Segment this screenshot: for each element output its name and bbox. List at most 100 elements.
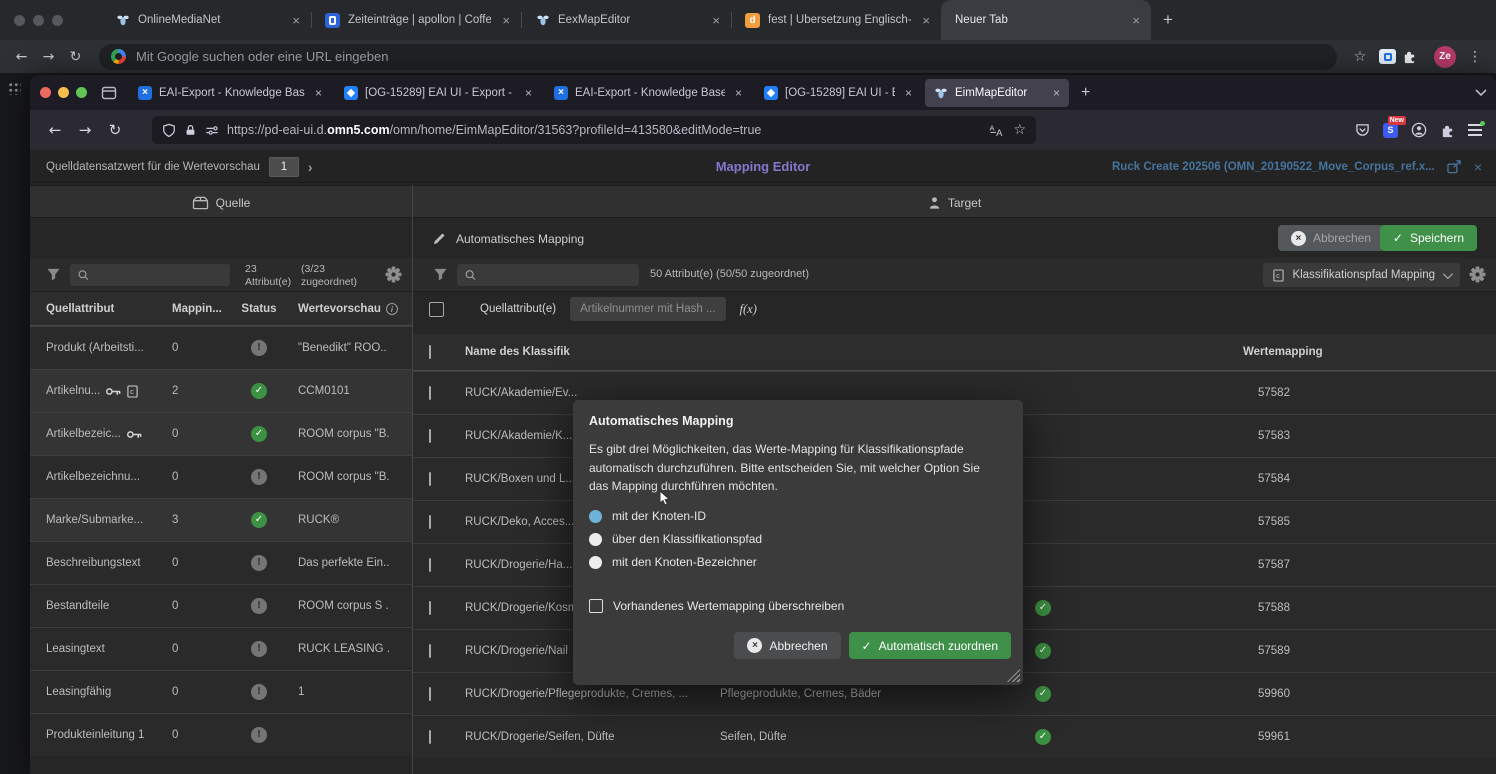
permissions-icon[interactable] xyxy=(205,124,219,137)
radio-selected-icon[interactable] xyxy=(589,510,602,523)
source-settings-gear-icon[interactable] xyxy=(385,266,402,283)
profile-avatar[interactable]: Ze xyxy=(1434,46,1456,68)
close-icon[interactable] xyxy=(732,86,745,100)
tab-extension-icon[interactable] xyxy=(1379,49,1396,64)
close-icon[interactable] xyxy=(499,13,513,28)
firefox-view-icon[interactable] xyxy=(101,85,117,101)
overwrite-checkbox-row[interactable]: Vorhandenes Wertemapping überschreiben xyxy=(589,599,1007,613)
row-checkbox[interactable] xyxy=(429,386,431,400)
list-all-tabs-icon[interactable] xyxy=(1474,88,1488,97)
apps-grid-icon[interactable] xyxy=(8,82,21,95)
chrome-menu-icon[interactable] xyxy=(1462,49,1488,65)
window-controls[interactable] xyxy=(14,15,63,26)
tab-eai-export-2[interactable]: × EAI-Export - Knowledge Base - xyxy=(545,79,751,107)
url-bar[interactable]: https://pd-eai-ui.d.omn5.com/omn/home/Ei… xyxy=(152,116,1036,144)
close-icon[interactable] xyxy=(1050,86,1063,100)
close-icon[interactable] xyxy=(709,13,723,28)
close-window-button[interactable] xyxy=(40,87,51,98)
back-button[interactable] xyxy=(40,121,70,139)
close-icon[interactable] xyxy=(522,86,535,100)
lock-icon[interactable] xyxy=(184,123,197,137)
forward-button[interactable] xyxy=(35,49,62,65)
tab-zeiteintraege[interactable]: Zeiteinträge | apollon | CoffeeC xyxy=(311,0,521,40)
row-checkbox[interactable] xyxy=(429,558,431,572)
forward-button[interactable] xyxy=(70,121,100,139)
new-tab-button[interactable] xyxy=(1163,10,1173,30)
extensions-puzzle-icon[interactable] xyxy=(1440,123,1455,138)
radio-option-knoten-bezeichner[interactable]: mit den Knoten-Bezeichner xyxy=(589,551,1007,574)
row-checkbox[interactable] xyxy=(429,601,431,615)
close-icon[interactable] xyxy=(1129,13,1143,28)
maximize-window-button[interactable] xyxy=(76,87,87,98)
account-icon[interactable] xyxy=(1411,122,1427,138)
bookmark-star-icon[interactable] xyxy=(1013,122,1026,138)
address-bar[interactable]: Mit Google suchen oder eine URL eingeben xyxy=(99,44,1337,70)
table-row[interactable]: Produkt (Arbeitsti... 0 "Benedikt" ROO.. xyxy=(30,326,412,369)
table-row[interactable]: Beschreibungstext 0 Das perfekte Ein.. xyxy=(30,541,412,584)
radio-icon[interactable] xyxy=(589,556,602,569)
table-row[interactable]: Artikelbezeichnu... 0 ROOM corpus "B. xyxy=(30,455,412,498)
overwrite-checkbox[interactable] xyxy=(589,599,603,613)
translate-icon[interactable]: AA xyxy=(989,123,1005,138)
target-search[interactable] xyxy=(457,264,639,286)
row-checkbox[interactable] xyxy=(429,687,431,701)
profile-link[interactable]: Ruck Create 202506 (OMN_20190522_Move_Co… xyxy=(1112,161,1435,173)
tab-eimmapeditor[interactable]: EimMapEditor xyxy=(925,79,1069,107)
tab-eexmapeditor[interactable]: EexMapEditor xyxy=(521,0,731,40)
new-tab-button[interactable] xyxy=(1081,84,1090,102)
table-row[interactable]: Marke/Submarke... 3 RUCK® xyxy=(30,498,412,541)
close-window-button[interactable] xyxy=(14,15,25,26)
radio-icon[interactable] xyxy=(589,533,602,546)
extensions-puzzle-icon[interactable] xyxy=(1402,49,1428,64)
function-icon[interactable]: f(x) xyxy=(740,302,757,317)
table-row[interactable]: Artikelnu... c 2 CCM0101 xyxy=(30,369,412,412)
row-checkbox[interactable] xyxy=(429,515,431,529)
tab-neuer-tab[interactable]: Neuer Tab xyxy=(941,0,1151,40)
close-icon[interactable] xyxy=(902,86,915,100)
menu-hamburger-icon[interactable] xyxy=(1468,124,1482,136)
auto-mapping-trigger[interactable]: Automatisches Mapping xyxy=(432,219,584,258)
select-checkbox[interactable] xyxy=(429,302,444,317)
window-controls[interactable] xyxy=(40,87,87,98)
row-checkbox[interactable] xyxy=(429,644,431,658)
close-icon[interactable] xyxy=(919,13,933,28)
close-editor-icon[interactable] xyxy=(1474,159,1482,175)
close-icon[interactable] xyxy=(289,13,303,28)
extension-icon[interactable]: SNew xyxy=(1383,123,1398,138)
minimize-window-button[interactable] xyxy=(33,15,44,26)
close-icon[interactable] xyxy=(312,86,325,100)
share-icon[interactable] xyxy=(1447,160,1462,174)
select-all-checkbox[interactable] xyxy=(429,345,431,359)
save-button[interactable]: Speichern xyxy=(1380,225,1477,251)
tab-jira-1[interactable]: [OG-15289] EAI UI - Export - Ex xyxy=(335,79,541,107)
table-row[interactable]: Produkteinleitung 1 0 xyxy=(30,713,412,756)
table-row[interactable]: Artikelbezeic... 0 ROOM corpus "B. xyxy=(30,412,412,455)
info-icon[interactable] xyxy=(386,303,398,315)
row-checkbox[interactable] xyxy=(429,472,431,486)
table-row[interactable]: Leasingfähig 0 1 xyxy=(30,670,412,713)
dialog-confirm-button[interactable]: Automatisch zuordnen xyxy=(849,632,1011,659)
url-text[interactable]: https://pd-eai-ui.d.omn5.com/omn/home/Ei… xyxy=(227,123,981,137)
table-row[interactable]: Leasingtext 0 RUCK LEASING . xyxy=(30,627,412,670)
cancel-button[interactable]: Abbrechen xyxy=(1278,225,1384,251)
source-search[interactable] xyxy=(70,264,230,286)
tab-onlinemedianet[interactable]: OnlineMediaNet xyxy=(101,0,311,40)
filter-funnel-icon[interactable] xyxy=(433,268,448,281)
dialog-resize-handle[interactable] xyxy=(1007,669,1020,682)
minimize-window-button[interactable] xyxy=(58,87,69,98)
target-settings-gear-icon[interactable] xyxy=(1469,266,1486,283)
radio-option-knoten-id[interactable]: mit der Knoten-ID xyxy=(589,505,1007,528)
mapping-type-dropdown[interactable]: c Klassifikationspfad Mapping xyxy=(1263,263,1460,287)
target-search-input[interactable] xyxy=(482,269,631,281)
shield-icon[interactable] xyxy=(162,123,176,138)
bookmark-icon[interactable] xyxy=(1347,49,1373,65)
maximize-window-button[interactable] xyxy=(52,15,63,26)
row-checkbox[interactable] xyxy=(429,730,431,744)
filter-funnel-icon[interactable] xyxy=(46,268,61,281)
radio-option-klassifikationspfad[interactable]: über den Klassifikationspfad xyxy=(589,528,1007,551)
back-button[interactable] xyxy=(8,49,35,65)
table-row[interactable]: RUCK/Drogerie/Seifen, Düfte Seifen, Düft… xyxy=(413,715,1496,758)
dialog-cancel-button[interactable]: Abbrechen xyxy=(734,632,840,659)
row-checkbox[interactable] xyxy=(429,429,431,443)
tab-jira-2[interactable]: [OG-15289] EAI UI - Export - Ex xyxy=(755,79,921,107)
